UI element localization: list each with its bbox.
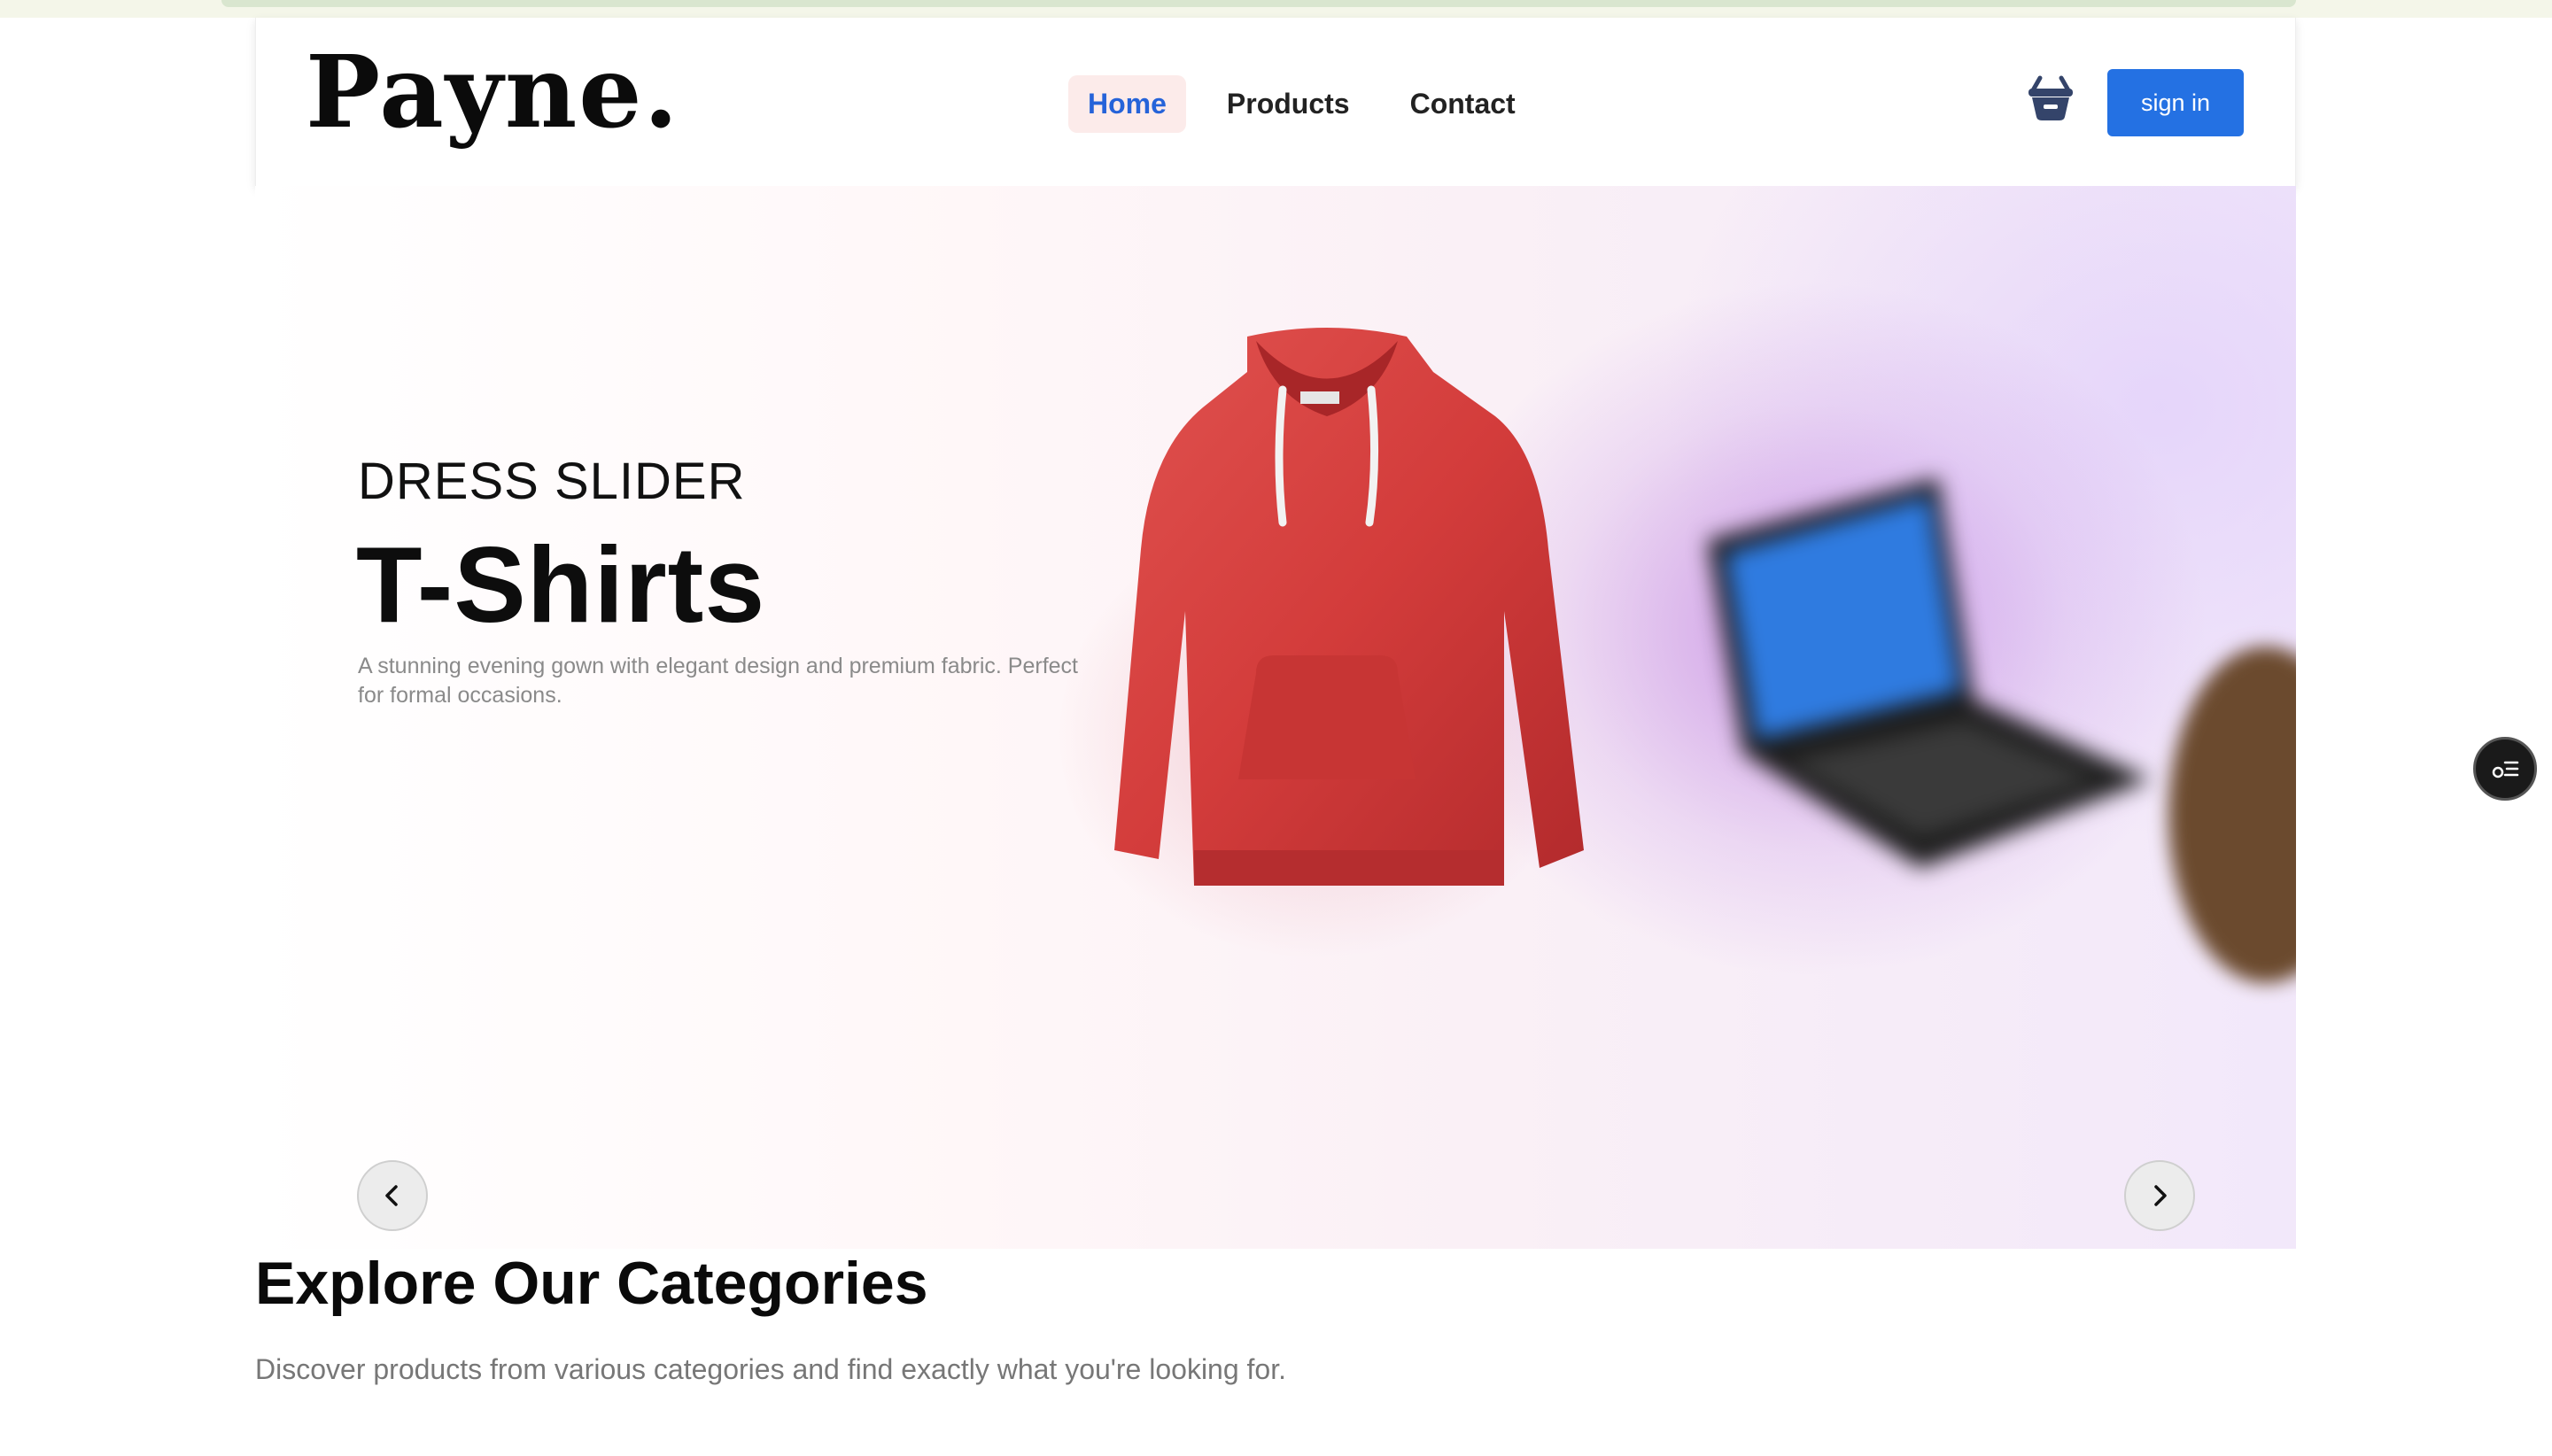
shopping-basket-icon[interactable] (2024, 71, 2077, 124)
chevron-right-icon (2154, 1185, 2167, 1206)
nav-item-home[interactable]: Home (1068, 75, 1186, 133)
browser-top-strip (0, 0, 2552, 18)
laptop-image (1655, 443, 2186, 903)
chevron-left-icon (385, 1185, 398, 1206)
categories-title: Explore Our Categories (255, 1250, 928, 1317)
main-nav: Home Products Contact (1068, 75, 1535, 133)
categories-description: Discover products from various categorie… (255, 1353, 1286, 1385)
site-header: Payne. Home Products Contact sign in (255, 18, 2296, 186)
nav-item-contact[interactable]: Contact (1391, 75, 1535, 133)
hero-subtitle: DRESS SLIDER (358, 453, 746, 510)
slider-next-button[interactable] (2124, 1160, 2195, 1231)
list-icon (2492, 761, 2519, 778)
hero-title: T-Shirts (356, 524, 766, 645)
sign-in-button[interactable]: sign in (2107, 69, 2244, 136)
hoodie-image (1043, 319, 1610, 921)
brand-logo[interactable]: Payne. (306, 35, 680, 151)
hero-description: A stunning evening gown with elegant des… (358, 654, 1078, 708)
hero-slider: DRESS SLIDER T-Shirts A stunning evening… (255, 186, 2296, 1249)
top-strip-bar (221, 0, 2296, 7)
slider-prev-button[interactable] (357, 1160, 428, 1231)
product-image-partial (2168, 647, 2296, 983)
nav-item-products[interactable]: Products (1207, 75, 1369, 133)
floating-action-button[interactable] (2473, 737, 2537, 801)
